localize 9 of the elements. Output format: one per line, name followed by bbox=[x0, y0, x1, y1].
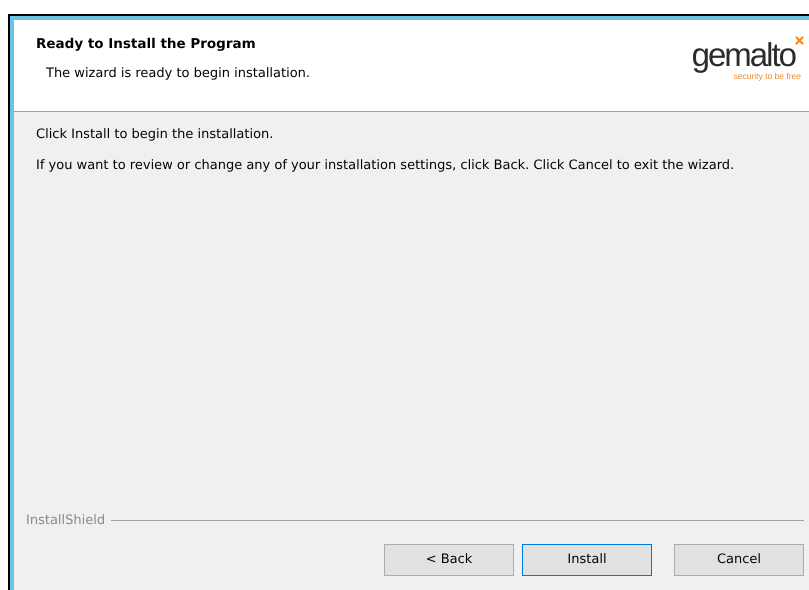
wizard-button[interactable]: < Back bbox=[384, 544, 514, 576]
brand-label: InstallShield bbox=[26, 512, 106, 530]
instruction-text: Click Install to begin the installation. bbox=[36, 126, 274, 143]
instruction-text: If you want to review or change any of your installation settings, click Back. Click Cancel to exit the wizard. bbox=[36, 157, 736, 174]
page-title: Ready to Install the Program bbox=[36, 35, 257, 54]
page-subtitle: The wizard is ready to begin installation. bbox=[46, 65, 310, 84]
wizard-button[interactable]: Cancel bbox=[674, 544, 804, 576]
wizard-button[interactable]: Install bbox=[522, 544, 652, 576]
logo-tagline: security to be free bbox=[733, 71, 801, 83]
